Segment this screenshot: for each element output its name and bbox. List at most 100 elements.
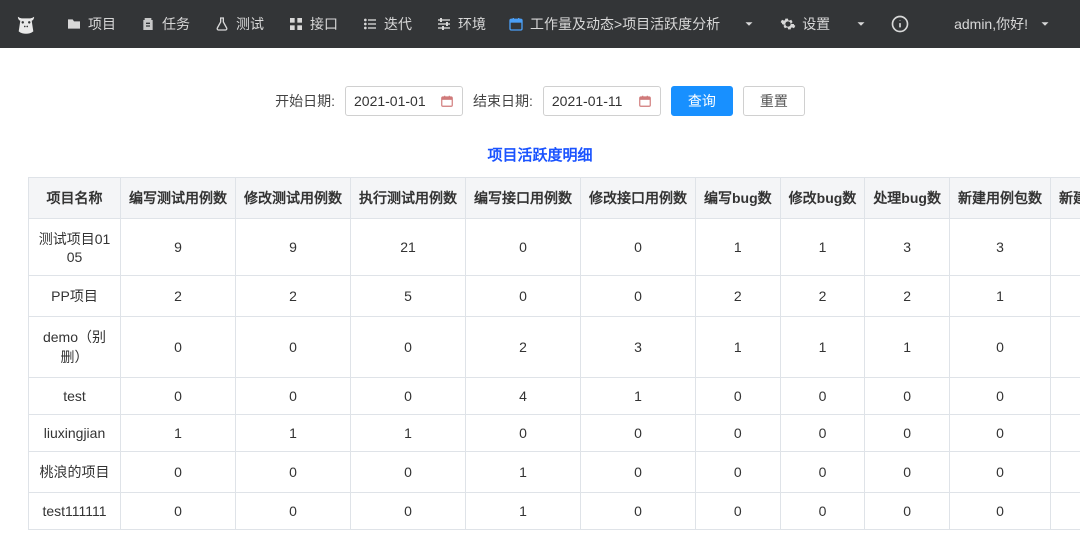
nav-iteration[interactable]: 迭代 [352,0,422,48]
breadcrumb-sep: > [614,16,622,32]
table-cell: 0 [351,317,466,378]
nav-right: admin,你好! [946,14,1070,34]
nav-project[interactable]: 项目 [56,0,126,48]
nav-label: 迭代 [384,14,412,34]
info-icon [890,14,910,34]
settings-chevron[interactable] [844,17,878,31]
user-chevron [1028,17,1062,31]
table-cell: 1 [121,415,236,452]
table-cell: 0 [696,493,781,530]
breadcrumb-chevron[interactable] [732,17,766,31]
nav-label: 环境 [458,14,486,34]
breadcrumb-current: 项目活跃度分析 [622,14,720,34]
table-body: 测试项目01059921001133047PP项目225002221016dem… [29,219,1080,530]
table-cell: 0 [949,378,1050,415]
table-row: demo（别删）00023111008 [29,317,1080,378]
table-cell: 0 [351,378,466,415]
table-cell: 1 [865,317,950,378]
nav-env[interactable]: 环境 [426,0,496,48]
table-cell: 0 [236,317,351,378]
table-header-cell: 新建测试场景数 [1050,178,1080,219]
table-cell: 0 [1050,276,1080,317]
nav-test[interactable]: 测试 [204,0,274,48]
table-cell: 0 [1050,219,1080,276]
project-name-cell: 桃浪的项目 [29,452,121,493]
end-date-input[interactable]: 2021-01-11 [543,86,661,116]
table-header-cell: 编写接口用例数 [466,178,581,219]
table-cell: 0 [466,276,581,317]
list-icon [362,16,378,32]
table-header-cell: 项目名称 [29,178,121,219]
table-header-cell: 编写测试用例数 [121,178,236,219]
table-cell: 0 [1050,378,1080,415]
table-cell: 0 [865,378,950,415]
table-title: 项目活跃度明细 [28,144,1052,165]
nav-info[interactable] [882,14,918,34]
flask-icon [214,16,230,32]
gear-icon [780,16,796,32]
query-button[interactable]: 查询 [671,86,733,116]
user-greeting-text: admin,你好! [954,14,1028,34]
table-cell: 1 [780,219,865,276]
table-cell: 0 [780,415,865,452]
table-cell: 0 [865,452,950,493]
table-header-cell: 修改接口用例数 [581,178,696,219]
table-cell: 1 [696,219,781,276]
table-cell: 0 [236,493,351,530]
table-cell: 0 [236,378,351,415]
table-cell: 1 [949,276,1050,317]
reset-button[interactable]: 重置 [743,86,805,116]
table-cell: 0 [466,219,581,276]
grid-icon [288,16,304,32]
user-menu[interactable]: admin,你好! [946,14,1070,34]
table-cell: 0 [696,378,781,415]
project-name-cell: demo（别删） [29,317,121,378]
clipboard-icon [140,16,156,32]
chevron-down-icon [1038,17,1052,31]
table-header-row: 项目名称编写测试用例数修改测试用例数执行测试用例数编写接口用例数修改接口用例数编… [29,178,1080,219]
folder-icon [66,16,82,32]
end-date-value: 2021-01-11 [552,93,630,109]
table-cell: 0 [121,378,236,415]
table-cell: 0 [865,415,950,452]
chevron-down-icon [742,17,756,31]
top-navbar: 项目 任务 测试 接口 迭代 环境 工作量及动态 > 项目活跃度分析 [0,0,1080,48]
table-cell: 0 [780,493,865,530]
table-cell: 0 [1050,493,1080,530]
table-cell: 0 [236,452,351,493]
table-cell: 0 [780,452,865,493]
table-cell: 0 [865,493,950,530]
nav-label: 项目 [88,14,116,34]
table-cell: 2 [121,276,236,317]
nav-api[interactable]: 接口 [278,0,348,48]
start-date-value: 2021-01-01 [354,93,432,109]
start-date-input[interactable]: 2021-01-01 [345,86,463,116]
table-cell: 1 [236,415,351,452]
nav-task[interactable]: 任务 [130,0,200,48]
table-cell: 1 [351,415,466,452]
table-cell: 0 [949,452,1050,493]
table-cell: 0 [466,415,581,452]
table-cell: 3 [865,219,950,276]
table-cell: 0 [121,452,236,493]
table-cell: 0 [581,219,696,276]
table-cell: 0 [780,378,865,415]
table-header-cell: 修改测试用例数 [236,178,351,219]
calendar-icon [508,16,524,32]
table-header-cell: 新建用例包数 [949,178,1050,219]
sliders-icon [436,16,452,32]
table-row: test11111100010000001 [29,493,1080,530]
table-cell: 9 [121,219,236,276]
table-row: PP项目225002221016 [29,276,1080,317]
table-cell: 0 [1050,415,1080,452]
table-cell: 0 [1050,452,1080,493]
nav-settings[interactable]: 设置 [770,14,840,34]
breadcrumb[interactable]: 工作量及动态 > 项目活跃度分析 [500,0,728,48]
project-name-cell: liuxingjian [29,415,121,452]
page-content: 开始日期: 2021-01-01 结束日期: 2021-01-11 查询 重置 … [0,48,1080,548]
table-cell: 0 [121,317,236,378]
table-cell: 1 [696,317,781,378]
calendar-icon [440,94,454,108]
activity-table: 项目名称编写测试用例数修改测试用例数执行测试用例数编写接口用例数修改接口用例数编… [28,177,1080,530]
table-cell: 0 [581,415,696,452]
